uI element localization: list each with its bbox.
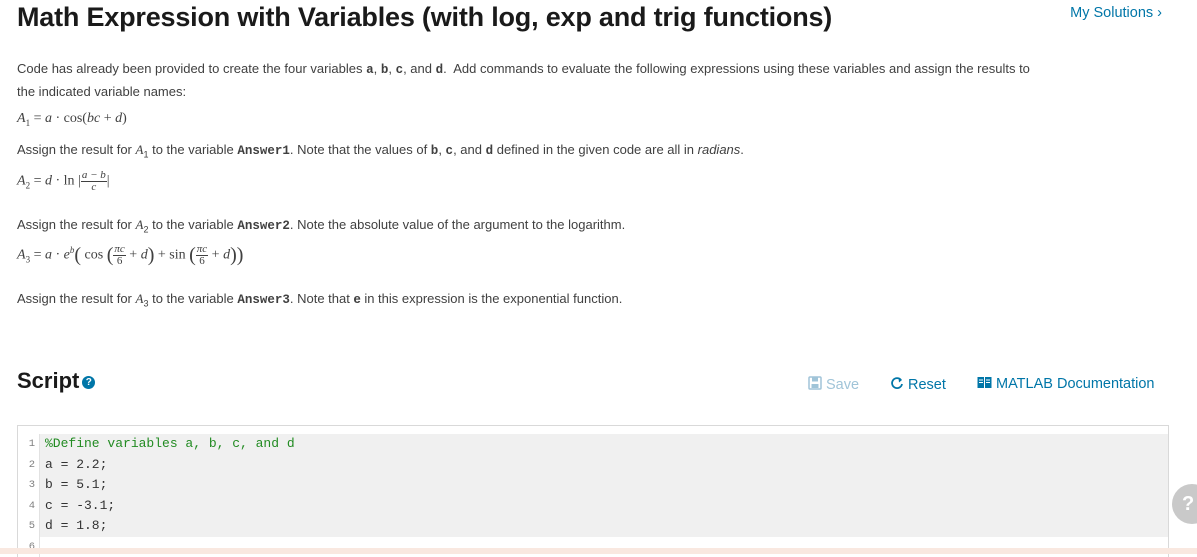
book-icon: [977, 376, 992, 393]
bottom-bar: [0, 548, 1197, 554]
reset-icon: [890, 376, 904, 394]
code-text[interactable]: %Define variables a, b, c, and d: [40, 434, 1168, 455]
equation-2: A2 = d · ln |a − bc|: [17, 170, 110, 193]
save-icon: [808, 376, 822, 394]
equation-1: A1 = a · cos(bc + d): [17, 111, 127, 128]
line-number: 5: [18, 516, 40, 537]
line-number: 1: [18, 434, 40, 455]
code-editor[interactable]: 1%Define variables a, b, c, and d2a = 2.…: [17, 425, 1169, 557]
assign-1-text: Assign the result for A1 to the variable…: [17, 139, 744, 166]
help-bubble-icon[interactable]: ?: [1172, 484, 1197, 524]
page-title: Math Expression with Variables (with log…: [17, 2, 832, 33]
reset-button[interactable]: Reset: [890, 376, 946, 394]
my-solutions-link[interactable]: My Solutions ›: [1070, 5, 1162, 21]
answer2-var: Answer2: [237, 219, 290, 233]
code-line[interactable]: 4c = -3.1;: [18, 496, 1168, 517]
code-text[interactable]: a = 2.2;: [40, 455, 1168, 476]
line-number: 4: [18, 496, 40, 517]
code-line[interactable]: 1%Define variables a, b, c, and d: [18, 434, 1168, 455]
assign-3-text: Assign the result for A3 to the variable…: [17, 288, 622, 315]
equation-3: A3 = a · eb( cos (πc6 + d) + sin (πc6 + …: [17, 244, 243, 267]
answer3-var: Answer3: [237, 293, 290, 307]
code-line[interactable]: 2a = 2.2;: [18, 455, 1168, 476]
answer1-var: Answer1: [237, 144, 290, 158]
assign-2-text: Assign the result for A2 to the variable…: [17, 214, 625, 241]
save-button[interactable]: Save: [808, 376, 859, 394]
help-icon[interactable]: ?: [82, 376, 95, 389]
code-line[interactable]: 5d = 1.8;: [18, 516, 1168, 537]
intro-text: Code has already been provided to create…: [17, 58, 1030, 102]
code-text[interactable]: c = -3.1;: [40, 496, 1168, 517]
script-heading: Script?: [17, 368, 95, 394]
line-number: 2: [18, 455, 40, 476]
matlab-documentation-button[interactable]: MATLAB Documentation: [977, 376, 1155, 393]
code-line[interactable]: 3b = 5.1;: [18, 475, 1168, 496]
code-text[interactable]: d = 1.8;: [40, 516, 1168, 537]
line-number: 3: [18, 475, 40, 496]
code-text[interactable]: b = 5.1;: [40, 475, 1168, 496]
